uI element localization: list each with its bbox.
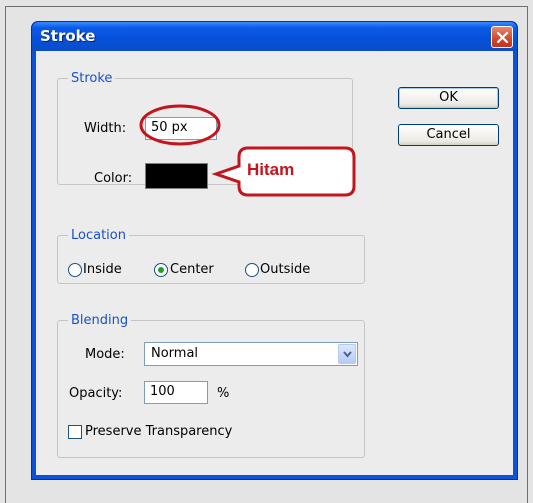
- callout-text: Hitam: [247, 160, 295, 179]
- annotation-overlay: [139, 104, 356, 197]
- width-highlight-ellipse: [139, 104, 221, 146]
